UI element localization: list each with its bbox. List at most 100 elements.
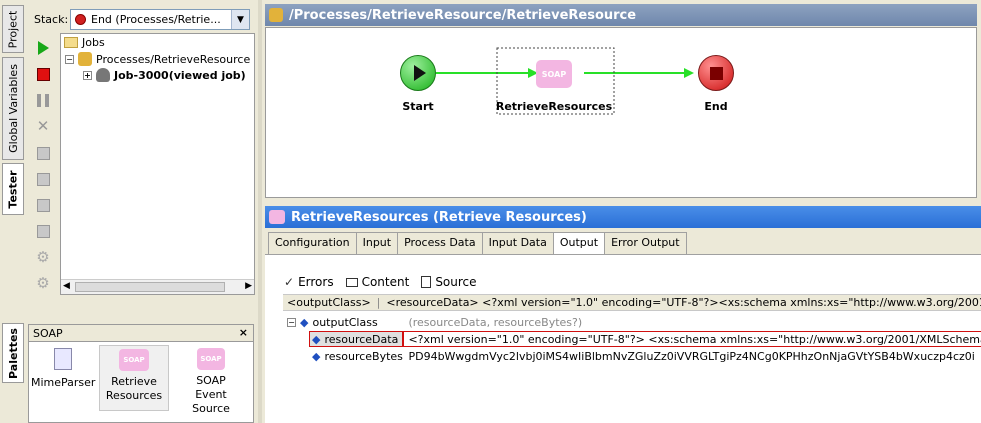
process-diagram — [436, 47, 694, 115]
output-tree: − ◆ outputClass (resourceData, resourceB… — [283, 312, 981, 423]
pause-button[interactable] — [33, 90, 53, 110]
tree-row-resourcebytes[interactable]: ◆ resourceBytes PD94bWwgdmVyc2lvbj0iMS4w… — [309, 348, 975, 364]
element-value: <?xml version="1.0" encoding="UTF-8"?> <… — [403, 331, 981, 347]
job-tree[interactable]: Jobs − Processes/RetrieveResource + Job-… — [60, 33, 255, 295]
collapse-icon[interactable]: − — [287, 317, 296, 327]
content-label: Content — [361, 275, 410, 289]
scroll-thumb[interactable] — [75, 282, 225, 292]
element-icon: ◆ — [300, 315, 309, 329]
source-button[interactable]: Source — [421, 275, 477, 289]
path-item-resourcedata[interactable]: <resourceData> <?xml version="1.0" encod… — [386, 296, 981, 309]
element-icon: ◆ — [312, 332, 321, 346]
palette-item-label: SOAP Event Source — [192, 374, 230, 415]
scroll-right-icon[interactable]: ▶ — [245, 281, 252, 291]
tab-configuration[interactable]: Configuration — [268, 232, 357, 254]
kill-job-button[interactable]: ✕ — [33, 116, 53, 136]
errors-button[interactable]: ✓ Errors — [284, 275, 334, 289]
stop-testing-button[interactable] — [33, 64, 53, 84]
pause-icon — [37, 93, 49, 107]
tree-item-process[interactable]: − Processes/RetrieveResource — [65, 52, 250, 66]
step-into-button[interactable] — [33, 143, 53, 163]
soap-icon — [269, 210, 285, 224]
tree-item-job[interactable]: + Job-3000(viewed job) — [83, 68, 246, 82]
mimeparser-icon — [54, 348, 72, 370]
breakpoint-button[interactable]: ⚙ — [33, 247, 53, 267]
palette-item-mimeparser[interactable]: MimeParser — [31, 344, 95, 408]
soap-icon: SOAP — [119, 349, 149, 371]
stop-icon — [75, 14, 86, 25]
palette-title: SOAP — [33, 326, 63, 340]
stop-square-icon — [36, 67, 50, 81]
tree-item-label: Jobs — [82, 36, 105, 49]
tree-item-label: Job-3000(viewed job) — [114, 68, 246, 82]
tab-tester-label: Tester — [6, 169, 20, 209]
activity-title: RetrieveResources (Retrieve Resources) — [291, 209, 587, 225]
horizontal-scrollbar[interactable]: ◀ ▶ — [61, 279, 254, 294]
content-button[interactable]: Content — [345, 275, 410, 289]
scroll-left-icon[interactable]: ◀ — [63, 281, 70, 291]
tree-item-label: Processes/RetrieveResource — [96, 52, 251, 66]
activity-label: RetrieveResources — [495, 100, 613, 113]
path-item-outputclass[interactable]: <outputClass> — [287, 296, 371, 309]
tab-project[interactable]: Project — [2, 5, 24, 53]
tab-output[interactable]: Output — [552, 232, 606, 254]
step-into-icon — [36, 146, 50, 160]
activity-node[interactable]: SOAP — [536, 60, 572, 88]
start-label: Start — [402, 100, 434, 113]
arrowhead — [684, 68, 694, 78]
stop-square-icon — [709, 66, 723, 80]
tab-process-data[interactable]: Process Data — [397, 232, 483, 254]
element-name: resourceData — [324, 332, 399, 346]
element-value: PD94bWwgdmVyc2lvbj0iMS4wIiBlbmNvZGluZz0i… — [408, 349, 975, 363]
step-out-button[interactable] — [33, 195, 53, 215]
run-to-end-icon — [36, 224, 50, 238]
tab-input-data[interactable]: Input Data — [481, 232, 554, 254]
process-canvas[interactable]: Start SOAP RetrieveResources End — [265, 27, 977, 198]
stack-value: End (Processes/Retrie... — [91, 13, 221, 26]
start-testing-button[interactable] — [33, 38, 53, 58]
document-icon — [421, 276, 432, 288]
tree-row-resourcedata[interactable]: ◆ resourceData <?xml version="1.0" encod… — [309, 331, 981, 347]
selected-row: ◆ resourceData — [309, 331, 404, 347]
tab-global-variables[interactable]: Global Variables — [2, 57, 24, 160]
palette-item-label: Retrieve Resources — [105, 375, 163, 402]
step-over-icon — [36, 172, 50, 186]
gear-icon: ⚙ — [36, 248, 50, 266]
palette-item-retrieve-resources[interactable]: SOAP Retrieve Resources — [99, 345, 169, 411]
errors-label: Errors — [298, 275, 334, 289]
palette-item-soap-event-source[interactable]: SOAP SOAP Event Source — [175, 344, 247, 423]
step-over-button[interactable] — [33, 169, 53, 189]
tab-palettes[interactable]: Palettes — [2, 323, 24, 383]
process-icon — [269, 8, 283, 22]
tab-error-output[interactable]: Error Output — [604, 232, 687, 254]
stack-dropdown[interactable]: End (Processes/Retrie... ▼ — [70, 9, 250, 30]
process-icon — [78, 52, 92, 66]
output-toolbar: ✓ Errors Content Source — [284, 272, 477, 292]
job-icon — [96, 68, 110, 82]
expand-icon[interactable]: + — [83, 70, 92, 80]
content-icon — [345, 277, 358, 287]
tree-row-outputclass[interactable]: − ◆ outputClass (resourceData, resourceB… — [283, 314, 582, 330]
clear-breakpoints-button[interactable]: ⚙ — [33, 273, 53, 293]
x-icon: ✕ — [36, 117, 50, 135]
play-icon — [413, 65, 426, 81]
process-title: /Processes/RetrieveResource/RetrieveReso… — [289, 7, 637, 23]
stack-label: Stack: — [34, 13, 69, 26]
run-to-end-button[interactable] — [33, 221, 53, 241]
close-icon[interactable]: × — [239, 326, 248, 339]
path-separator: | — [376, 296, 381, 309]
tab-tester[interactable]: Tester — [2, 163, 24, 215]
start-node[interactable] — [400, 55, 436, 91]
collapse-icon[interactable]: − — [65, 54, 74, 64]
path-bar: <outputClass> | <resourceData> <?xml ver… — [283, 294, 981, 311]
step-out-icon — [36, 198, 50, 212]
tab-input[interactable]: Input — [355, 232, 399, 254]
chevron-down-icon[interactable]: ▼ — [231, 10, 249, 29]
tree-item-jobs[interactable]: Jobs — [64, 36, 105, 49]
element-hint: (resourceData, resourceBytes?) — [408, 315, 583, 329]
checkmark-icon: ✓ — [284, 275, 295, 289]
end-node[interactable] — [698, 55, 734, 91]
soap-icon: SOAP — [541, 69, 567, 79]
vertical-divider[interactable] — [258, 0, 262, 423]
gear-icon: ⚙ — [36, 274, 50, 292]
